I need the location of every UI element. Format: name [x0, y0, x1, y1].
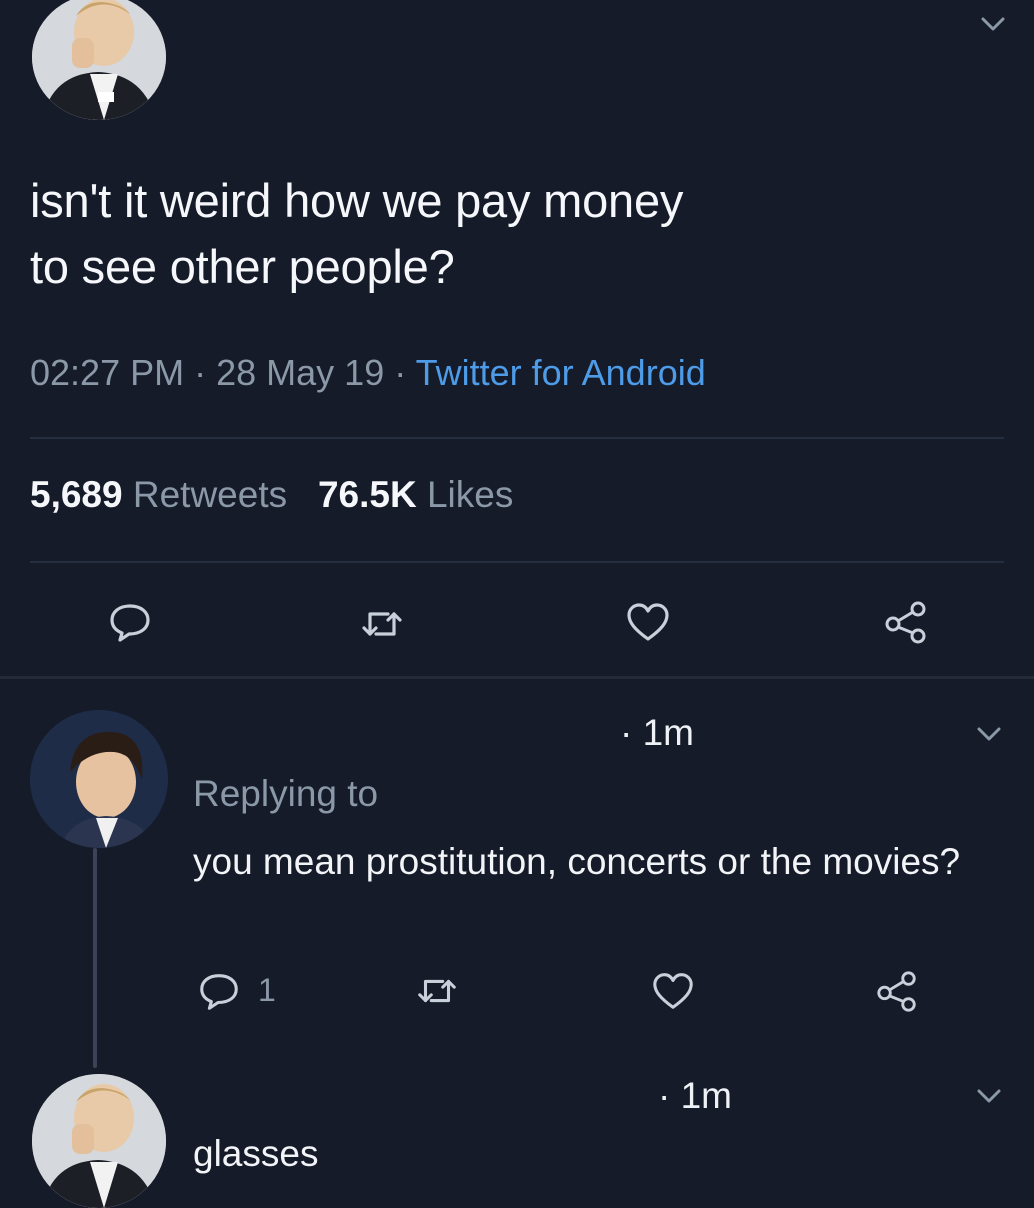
reply1-retweet-button[interactable] — [414, 968, 460, 1014]
reply1-avatar[interactable] — [30, 710, 168, 848]
reply1-time: · 1m — [620, 712, 694, 753]
reply1-reply-button[interactable] — [196, 968, 242, 1014]
reply2-avatar[interactable] — [32, 1074, 166, 1208]
reply1-share-button[interactable] — [874, 968, 920, 1014]
reply2-time: · 1m — [658, 1075, 732, 1116]
likes-count: 76.5K — [317, 474, 417, 515]
tweet-text-line-1: isn't it weird how we pay money — [30, 174, 684, 227]
tweet-text-line-2: to see other people? — [30, 240, 455, 293]
reply1-text: you mean prostitution, concerts or the m… — [193, 841, 961, 882]
reply1-like-button[interactable] — [650, 968, 696, 1014]
share-icon — [885, 601, 926, 644]
tweet-date: 28 May 19 — [216, 352, 385, 393]
heart-icon — [627, 603, 669, 641]
meta-separator: · — [394, 352, 407, 393]
tweet-time: 02:27 PM — [30, 352, 185, 393]
share-button[interactable] — [882, 598, 930, 646]
like-button[interactable] — [624, 598, 672, 646]
reply2-avatar-image — [32, 1074, 166, 1208]
tweet-meta: 02:27 PM · 28 May 19 · Twitter for Andro… — [30, 352, 706, 394]
author-avatar-image — [32, 0, 166, 120]
section-divider — [0, 676, 1034, 679]
reply1-menu-chevron-icon[interactable] — [974, 722, 1004, 746]
thread-connector-line — [93, 848, 97, 1068]
meta-separator: · — [194, 352, 207, 393]
likes-stat[interactable]: 76.5K Likes — [318, 474, 513, 515]
reply2-text: glasses — [193, 1133, 319, 1174]
retweet-button[interactable] — [358, 600, 406, 648]
tweet-stats: 5,689 Retweets 76.5K Likes — [30, 474, 513, 516]
speech-bubble-icon — [200, 974, 238, 1010]
likes-label: Likes — [426, 474, 514, 515]
divider — [30, 437, 1004, 439]
retweets-label: Retweets — [132, 474, 288, 515]
reply1-avatar-image — [30, 710, 168, 848]
share-icon — [877, 971, 916, 1012]
tweet-source-link[interactable]: Twitter for Android — [416, 352, 706, 393]
reply-button[interactable] — [106, 598, 154, 646]
replying-to-label: Replying to — [193, 773, 379, 814]
reply2-menu-chevron-icon[interactable] — [974, 1084, 1004, 1108]
heart-icon — [653, 973, 693, 1009]
retweet-icon — [418, 979, 456, 1003]
tweet-menu-chevron-icon[interactable] — [978, 12, 1008, 36]
speech-bubble-icon — [110, 604, 150, 642]
divider — [30, 561, 1004, 563]
reply1-reply-count: 1 — [258, 972, 276, 1008]
retweets-stat[interactable]: 5,689 Retweets — [30, 474, 287, 515]
author-avatar[interactable] — [32, 0, 166, 120]
retweet-icon — [362, 612, 402, 636]
retweets-count: 5,689 — [30, 474, 123, 515]
tweet-text: isn't it weird how we pay money to see o… — [30, 168, 990, 300]
